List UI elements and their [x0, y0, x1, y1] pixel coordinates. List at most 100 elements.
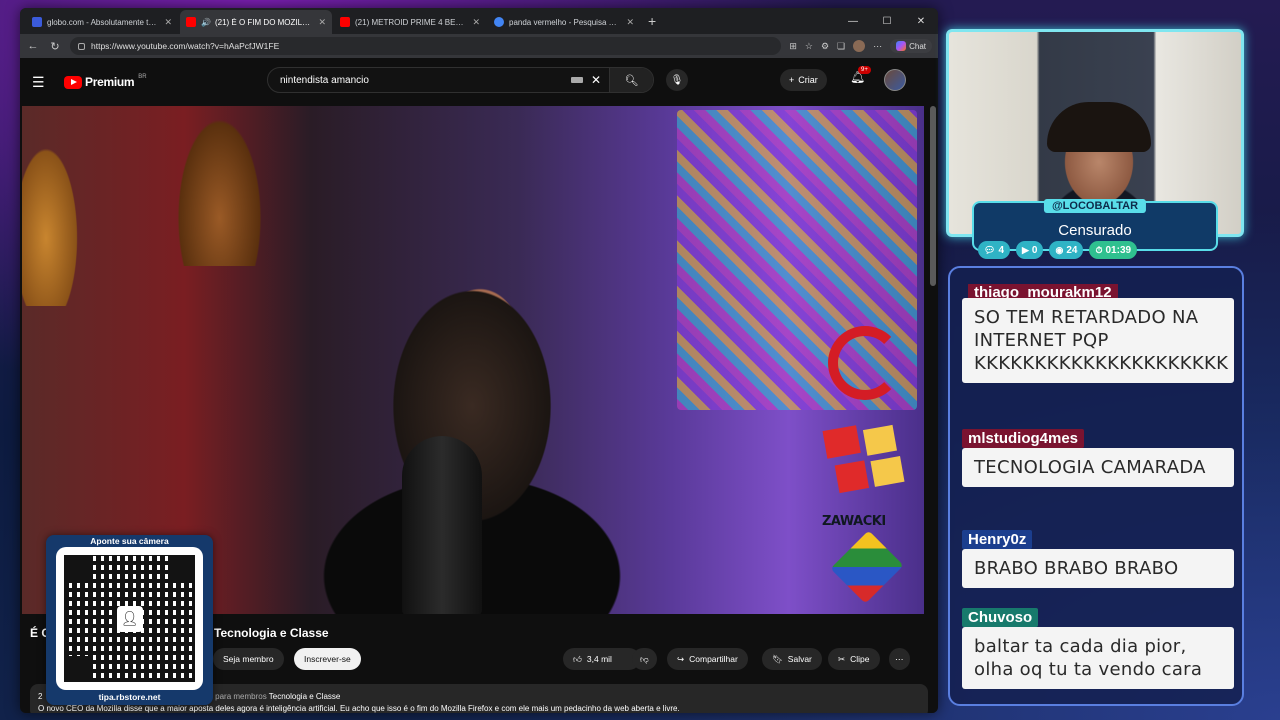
collections-icon[interactable]: ❏	[837, 41, 845, 52]
head-icon: 👤︎	[116, 605, 143, 632]
chat-message: thiago_mourakm12 SO TEM RETARDADO NA INT…	[962, 284, 1234, 383]
tab-mozilla-video[interactable]: 🔊 (21) É O FIM DO MOZILLA FIREFOX ✕	[180, 10, 332, 34]
youtube-count-badge: ▶ 0	[1016, 241, 1044, 259]
copilot-chat-button[interactable]: Chat	[890, 39, 932, 53]
save-button[interactable]: 🔖︎ Salvar	[762, 648, 822, 670]
share-icon: ↪	[677, 653, 685, 664]
thumbs-down-icon: 👎︎	[640, 653, 649, 664]
keyboard-icon[interactable]	[570, 77, 583, 83]
new-tab-button[interactable]: +	[642, 10, 662, 34]
tab-close-icon[interactable]: ✕	[164, 17, 172, 28]
create-button[interactable]: + Criar	[780, 69, 827, 91]
streamer-hair	[1047, 102, 1151, 152]
search-input[interactable]: nintendista amancio	[280, 75, 571, 86]
bookmark-star-icon[interactable]: ☆	[805, 41, 813, 52]
qr-code: 👤︎	[64, 555, 195, 682]
clip-button[interactable]: ✂ Clipe	[828, 648, 880, 670]
tab-close-icon[interactable]: ✕	[318, 17, 326, 28]
red-logo-icon	[828, 326, 902, 400]
youtube-favicon-icon	[186, 17, 196, 27]
menu-icon[interactable]: ☰	[32, 74, 52, 91]
youtube-logo[interactable]: Premium BR	[64, 74, 147, 89]
search-icon: 🔍︎	[624, 74, 639, 87]
scissors-icon: ✂	[838, 653, 846, 664]
tab-title: (21) É O FIM DO MOZILLA FIREFOX	[214, 17, 314, 27]
chat-message: Chuvoso baltar ta cada dia pior, olha oq…	[962, 608, 1234, 689]
share-button[interactable]: ↪ Compartilhar	[667, 648, 748, 670]
tab-close-icon[interactable]: ✕	[472, 17, 480, 28]
tab-title: globo.com - Absolutamente tudo sobre	[47, 17, 161, 27]
youtube-play-icon	[64, 75, 82, 89]
save-icon: 🔖︎	[772, 653, 783, 664]
reload-icon[interactable]: ↻	[48, 40, 62, 53]
uptime-badge: ⏱︎ 01:39	[1089, 241, 1138, 259]
minimize-button[interactable]: —	[836, 8, 870, 34]
back-icon[interactable]: ←	[26, 40, 40, 52]
chat-message: Henry0z BRABO BRABO BRABO	[962, 530, 1234, 588]
chat-label: Chat	[909, 41, 926, 51]
notifications-bell-icon[interactable]: 🔔︎ 9+	[850, 66, 871, 84]
clip-label: Clipe	[850, 654, 870, 664]
viewers-icon: ◉	[1055, 244, 1064, 255]
description-text: O novo CEO da Mozilla disse que a maior …	[38, 704, 680, 713]
tab-close-icon[interactable]: ✕	[626, 17, 634, 28]
dislike-button[interactable]: 👎︎	[632, 648, 657, 670]
account-avatar[interactable]	[884, 69, 906, 91]
more-menu-icon[interactable]: ⋯	[873, 41, 882, 52]
scrollbar[interactable]	[930, 106, 936, 286]
extensions-icon[interactable]: ⚙	[821, 41, 829, 52]
tab-title: (21) METROID PRIME 4 BEYOND [PT-BR]	[355, 17, 468, 27]
chat-count-badge: 💬︎ 4	[978, 241, 1010, 259]
voice-search-icon[interactable]: 🎙︎	[666, 69, 688, 91]
region-code: BR	[138, 74, 147, 80]
youtube-icon: ▶	[1022, 244, 1029, 255]
site-info-icon[interactable]	[78, 42, 85, 50]
n64-logo-icon	[830, 530, 904, 604]
join-button[interactable]: Seja membro	[213, 648, 284, 670]
chat-text: TECNOLOGIA CAMARADA	[962, 448, 1234, 487]
chat-panel: thiago_mourakm12 SO TEM RETARDADO NA INT…	[948, 266, 1244, 706]
share-label: Compartilhar	[689, 654, 738, 664]
profile-icon[interactable]	[853, 40, 866, 52]
like-button[interactable]: 👍︎ 3,4 mil	[563, 648, 640, 670]
logo-text: Premium	[85, 75, 135, 89]
more-icon: ⋯	[895, 653, 904, 664]
maximize-button[interactable]: ☐	[870, 8, 904, 34]
chat-text: SO TEM RETARDADO NA INTERNET PQP KKKKKKK…	[962, 298, 1234, 383]
stream-status: Censurado	[1058, 222, 1132, 239]
copilot-icon	[896, 41, 907, 51]
url-field[interactable]: https://www.youtube.com/watch?v=hAaPcfJW…	[70, 37, 782, 55]
close-window-button[interactable]: ✕	[904, 8, 938, 34]
subscribe-button[interactable]: Inscrever-se	[294, 648, 361, 670]
tab-globo[interactable]: globo.com - Absolutamente tudo sobre ✕	[26, 10, 178, 34]
guitar-left	[22, 136, 82, 306]
save-label: Salvar	[787, 654, 812, 664]
uptime: 01:39	[1105, 244, 1132, 256]
thumbs-up-icon: 👍︎	[573, 653, 582, 664]
google-favicon-icon	[494, 17, 504, 27]
youtube-count: 0	[1031, 244, 1038, 256]
chat-text: baltar ta cada dia pior, olha oq tu ta v…	[962, 627, 1234, 689]
chat-count: 4	[998, 244, 1004, 256]
search-button[interactable]: 🔍︎	[609, 68, 653, 92]
window-controls: — ☐ ✕	[836, 8, 938, 34]
qr-card: Aponte sua câmera 👤︎ tipa.rbstore.net	[46, 535, 213, 705]
chat-username: mlstudiog4mes	[962, 429, 1085, 448]
notification-count: 9+	[858, 66, 871, 74]
tab-metroid[interactable]: (21) METROID PRIME 4 BEYOND [PT-BR] ✕	[334, 10, 486, 34]
microphone	[402, 436, 482, 614]
chat-message: mlstudiog4mes TECNOLOGIA CAMARADA	[962, 429, 1234, 487]
description-tag: Tecnologia e Classe	[268, 692, 341, 701]
chat-username: thiago_mourakm12	[968, 284, 1118, 298]
chat-user-clip: thiago_mourakm12	[968, 284, 1234, 298]
create-label: Criar	[798, 75, 818, 85]
qr-code-box: 👤︎	[56, 547, 203, 690]
speaker-icon[interactable]: 🔊	[201, 18, 211, 27]
clear-search-icon[interactable]: ✕	[591, 73, 601, 87]
more-actions-button[interactable]: ⋯	[889, 648, 910, 670]
search-box: nintendista amancio ✕ 🔍︎	[267, 67, 654, 93]
viewers-badge: ◉ 24	[1049, 241, 1084, 259]
tab-google[interactable]: panda vermelho - Pesquisa Google ✕	[488, 10, 640, 34]
apps-icon[interactable]: ⊞	[789, 41, 797, 52]
clock-icon: ⏱︎	[1095, 244, 1103, 255]
